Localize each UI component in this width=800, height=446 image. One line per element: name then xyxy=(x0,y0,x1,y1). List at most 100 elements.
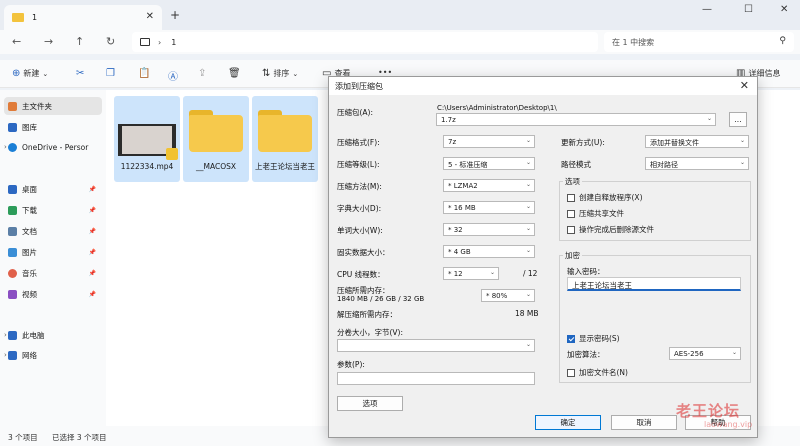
chevron-down-icon: ⌄ xyxy=(525,137,531,144)
sidebar-item-home[interactable]: 主文件夹 xyxy=(4,97,102,115)
method-select[interactable]: * LZMA2 ⌄ xyxy=(443,179,535,192)
shared-checkbox[interactable]: 压缩共享文件 xyxy=(567,208,624,219)
browse-button[interactable]: ... xyxy=(729,112,747,127)
tab-1[interactable]: 1 ✕ xyxy=(4,5,162,30)
maximize-icon[interactable]: ☐ xyxy=(744,4,753,15)
sidebar-item-this-pc[interactable]: › 此电脑 xyxy=(4,326,102,344)
search-icon: ⚲ xyxy=(779,36,786,46)
refresh-icon[interactable]: ↻ xyxy=(106,35,115,48)
sidebar-item-music[interactable]: 音乐 📌 xyxy=(8,264,102,282)
threads-max: / 12 xyxy=(523,269,538,278)
path-select[interactable]: 相对路径 ⌄ xyxy=(645,157,749,170)
sfx-label: 创建自释放程序(X) xyxy=(579,193,643,202)
file-item-folder[interactable]: 上老王论坛当老王 xyxy=(252,96,318,182)
title-bar: 1 ✕ + — ☐ ✕ xyxy=(0,0,800,30)
format-select[interactable]: 7z ⌄ xyxy=(443,135,535,148)
plus-circle-icon: ⊕ xyxy=(12,68,21,79)
solid-select[interactable]: * 4 GB ⌄ xyxy=(443,245,535,258)
folder-icon xyxy=(189,110,243,152)
sidebar-item-label: 此电脑 xyxy=(22,330,45,340)
sidebar-item-pictures[interactable]: 图片 📌 xyxy=(8,243,102,261)
selected-count: 已选择 3 个项目 xyxy=(52,433,107,442)
checkbox-box xyxy=(567,193,575,202)
checkbox-box xyxy=(567,368,575,377)
rename-icon[interactable]: Ⓐ xyxy=(168,68,181,83)
cut-icon[interactable]: ✂ xyxy=(76,68,87,79)
chevron-down-icon: ⌄ xyxy=(489,269,495,276)
mem-decompress-value: 18 MB xyxy=(515,309,539,318)
expand-icon[interactable]: › xyxy=(4,331,7,339)
dict-select[interactable]: * 16 MB ⌄ xyxy=(443,201,535,214)
copy-icon[interactable]: ❐ xyxy=(106,68,118,79)
share-icon[interactable]: ⇪ xyxy=(198,68,209,79)
minimize-icon[interactable]: — xyxy=(702,4,712,15)
file-name: 1122334.mp4 xyxy=(120,162,174,171)
archive-badge-icon xyxy=(166,148,178,160)
pictures-icon xyxy=(8,247,17,257)
sidebar-item-desktop[interactable]: 桌面 📌 xyxy=(8,180,102,198)
sidebar-item-label: 网络 xyxy=(22,350,37,360)
sidebar-item-label: 桌面 xyxy=(22,184,37,194)
file-item-video[interactable]: 1122334.mp4 xyxy=(114,96,180,182)
threads-select[interactable]: * 12 ⌄ xyxy=(443,267,499,280)
level-value: 5 - 标准压缩 xyxy=(448,161,488,169)
chevron-down-icon: ⌄ xyxy=(706,115,712,122)
chevron-down-icon: ⌄ xyxy=(525,341,531,348)
cancel-button[interactable]: 取消 xyxy=(611,415,677,430)
sidebar-item-label: 音乐 xyxy=(22,268,37,278)
tab-close-icon[interactable]: ✕ xyxy=(146,11,154,22)
word-select[interactable]: * 32 ⌄ xyxy=(443,223,535,236)
close-window-icon[interactable]: ✕ xyxy=(780,4,788,15)
update-select[interactable]: 添加并替换文件 ⌄ xyxy=(645,135,749,148)
show-password-checkbox[interactable]: 显示密码(S) xyxy=(567,333,620,344)
new-tab-button[interactable]: + xyxy=(170,8,180,22)
back-icon[interactable]: ← xyxy=(12,35,21,48)
expand-icon[interactable]: › xyxy=(4,351,7,359)
archive-name-combo[interactable]: 1.7z ⌄ xyxy=(436,113,716,126)
options-button[interactable]: 选项 xyxy=(337,396,403,411)
search-placeholder: 在 1 中搜索 xyxy=(612,37,655,47)
enc-method-select[interactable]: AES-256 ⌄ xyxy=(669,347,741,360)
forward-icon[interactable]: → xyxy=(44,35,53,48)
delete-after-checkbox[interactable]: 操作完成后删除源文件 xyxy=(567,224,654,235)
password-value: 上老王论坛当老王 xyxy=(572,281,632,290)
params-input[interactable] xyxy=(337,372,535,385)
encrypt-names-checkbox[interactable]: 加密文件名(N) xyxy=(567,367,628,378)
chevron-down-icon: ⌄ xyxy=(525,159,531,166)
shared-label: 压缩共享文件 xyxy=(579,209,624,218)
address-input[interactable]: › 1 xyxy=(132,32,598,52)
pin-icon: 📌 xyxy=(88,290,96,298)
chevron-down-icon: ⌄ xyxy=(42,69,49,78)
paste-icon[interactable]: 📋 xyxy=(138,68,153,79)
sort-button[interactable]: ⇅ 排序 ⌄ xyxy=(262,68,301,79)
mem-decompress-label: 解压缩所需内存： xyxy=(337,310,397,319)
password-input[interactable]: 上老王论坛当老王 xyxy=(567,277,741,291)
update-value: 添加并替换文件 xyxy=(650,139,699,147)
split-label: 分卷大小，字节(V): xyxy=(337,328,404,337)
method-value: * LZMA2 xyxy=(448,182,478,190)
split-select[interactable]: ⌄ xyxy=(337,339,535,352)
ok-button[interactable]: 确定 xyxy=(535,415,601,430)
level-select[interactable]: 5 - 标准压缩 ⌄ xyxy=(443,157,535,170)
archive-name-value: 1.7z xyxy=(441,116,456,124)
sidebar-item-videos[interactable]: 视频 📌 xyxy=(8,285,102,303)
sidebar-item-documents[interactable]: 文档 📌 xyxy=(8,222,102,240)
pin-icon: 📌 xyxy=(88,206,96,214)
mem-percent-select[interactable]: * 80% ⌄ xyxy=(481,289,535,302)
sidebar-item-onedrive[interactable]: › OneDrive - Persor xyxy=(4,138,102,156)
search-input[interactable]: 在 1 中搜索 ⚲ xyxy=(604,32,794,52)
dialog-close-icon[interactable]: ✕ xyxy=(740,79,749,92)
delete-icon[interactable]: 🗑 xyxy=(228,68,244,79)
expand-icon[interactable]: › xyxy=(4,143,7,151)
sfx-checkbox[interactable]: 创建自释放程序(X) xyxy=(567,192,643,203)
sidebar-item-downloads[interactable]: 下载 📌 xyxy=(8,201,102,219)
sidebar-item-gallery[interactable]: 图库 xyxy=(8,118,102,136)
new-button[interactable]: ⊕ 新建 ⌄ xyxy=(12,68,51,79)
sidebar-item-network[interactable]: › 网络 xyxy=(4,346,102,364)
sidebar-item-label: 主文件夹 xyxy=(22,101,52,111)
file-item-macosx[interactable]: __MACOSX xyxy=(183,96,249,182)
show-password-label: 显示密码(S) xyxy=(579,334,620,343)
up-icon[interactable]: ↑ xyxy=(75,35,84,48)
network-icon xyxy=(8,350,17,360)
delete-after-label: 操作完成后删除源文件 xyxy=(579,225,654,234)
